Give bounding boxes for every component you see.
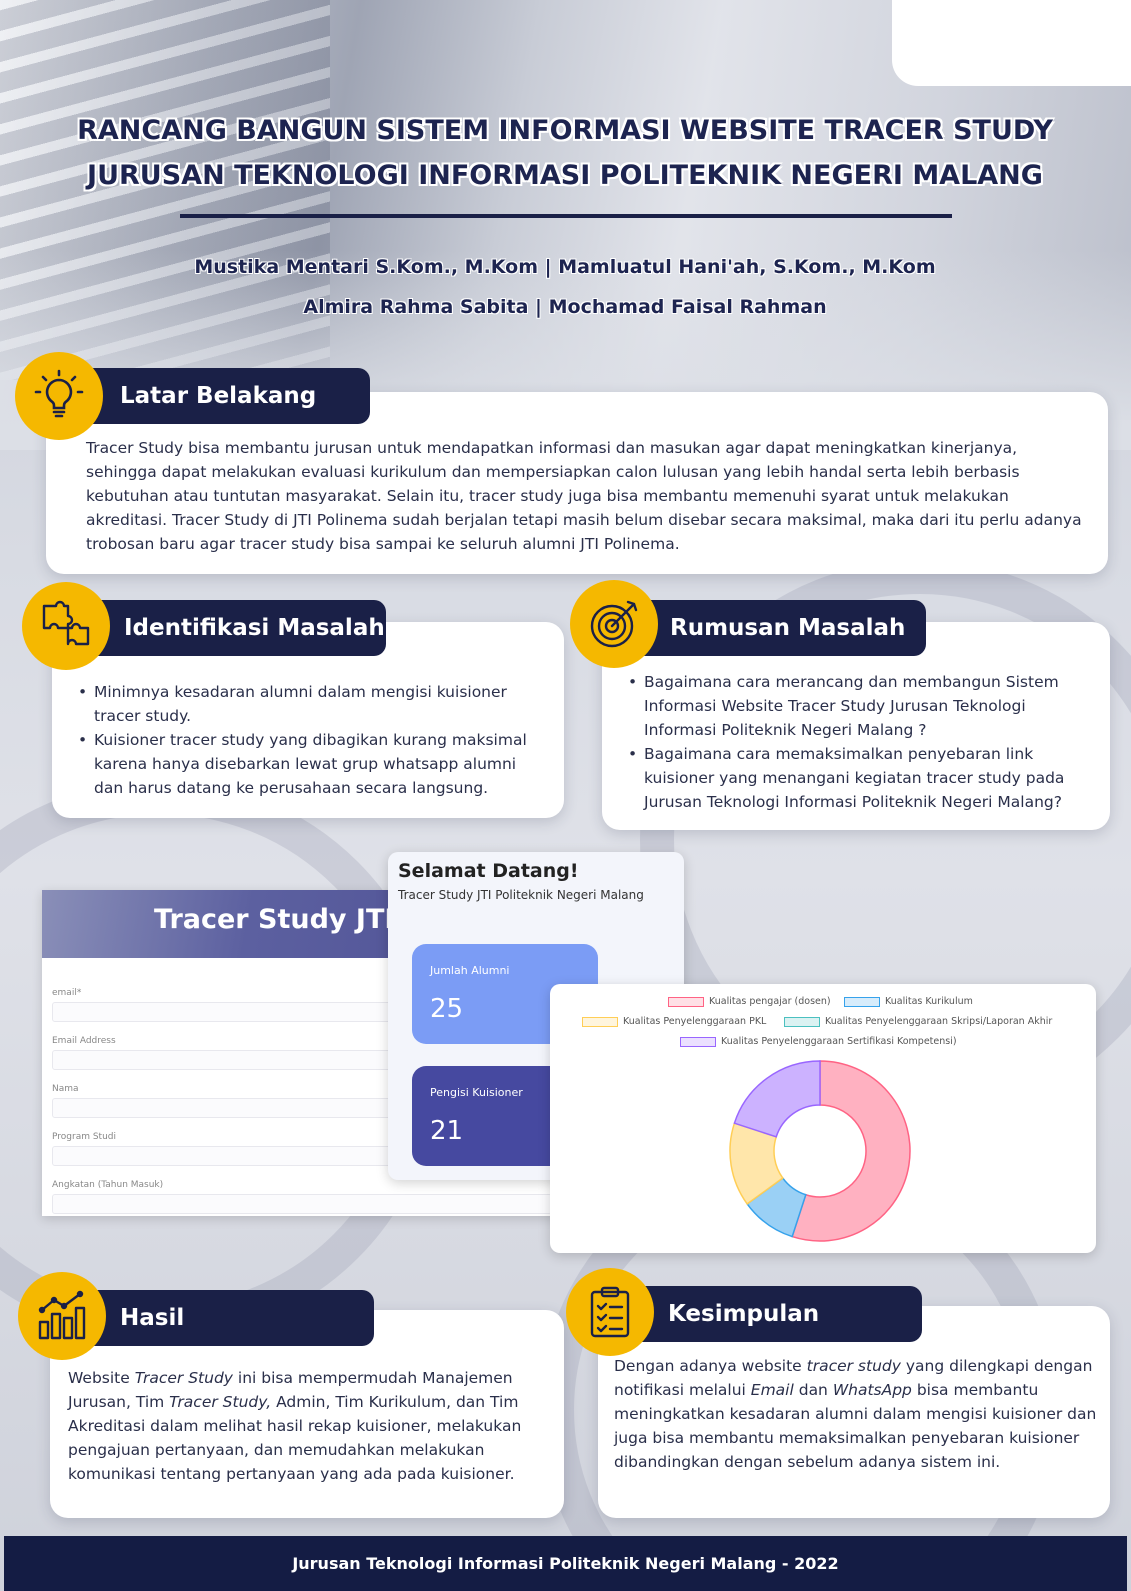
- hasil-text: Website Tracer Study ini bisa mempermuda…: [68, 1366, 552, 1486]
- identifikasi-masalah-heading: Identifikasi Masalah: [96, 600, 386, 656]
- field-label-nama: Nama: [52, 1084, 79, 1094]
- latar-belakang-heading: Latar Belakang: [92, 368, 370, 424]
- angkatan-field[interactable]: [52, 1194, 552, 1214]
- lightbulb-icon: [15, 352, 103, 440]
- target-icon: [570, 580, 658, 668]
- rumusan-heading-text: Rumusan Masalah: [670, 615, 906, 641]
- rumusan-item: Bagaimana cara memaksimalkan penyebaran …: [628, 742, 1096, 814]
- kesimpulan-heading: Kesimpulan: [640, 1286, 922, 1342]
- clipboard-checklist-icon: [566, 1268, 654, 1356]
- bar-chart-icon: [18, 1272, 106, 1360]
- logo-panel: [892, 0, 1131, 86]
- kesimpulan-text-emphasis: WhatsApp: [832, 1381, 912, 1399]
- title-line-2: JURUSAN TEKNOLOGI INFORMASI POLITEKNIK N…: [87, 160, 1043, 191]
- authors-line-1: Mustika Mentari S.Kom., M.Kom | Mamluatu…: [194, 256, 936, 278]
- kesimpulan-text-emphasis: Email: [750, 1381, 794, 1399]
- rumusan-list: Bagaimana cara merancang dan membangun S…: [628, 670, 1096, 814]
- field-label-program-studi: Program Studi: [52, 1132, 116, 1142]
- puzzle-icon: [22, 582, 110, 670]
- field-label-email: email*: [52, 988, 82, 998]
- identifikasi-heading-text: Identifikasi Masalah: [124, 615, 385, 641]
- latar-belakang-text: Tracer Study bisa membantu jurusan untuk…: [86, 439, 1082, 553]
- kesimpulan-text-part: Dengan adanya website: [614, 1357, 807, 1375]
- poster-title: RANCANG BANGUN SISTEM INFORMASI WEBSITE …: [60, 108, 1070, 198]
- form-banner-title: Tracer Study JTI: [154, 904, 395, 935]
- title-line-1: RANCANG BANGUN SISTEM INFORMASI WEBSITE …: [77, 115, 1053, 146]
- kesimpulan-text: Dengan adanya website tracer study yang …: [614, 1354, 1098, 1474]
- doughnut-chart: [729, 1060, 911, 1242]
- field-label-angkatan: Angkatan (Tahun Masuk): [52, 1180, 164, 1190]
- kesimpulan-text-emphasis: tracer study: [806, 1357, 901, 1375]
- doughnut-slice: [733, 1060, 821, 1138]
- title-divider: [180, 214, 952, 218]
- hasil-text-part: Website: [68, 1369, 135, 1387]
- stat-value: 25: [430, 994, 464, 1024]
- dashboard-subtitle: Tracer Study JTI Politeknik Negeri Malan…: [398, 888, 644, 902]
- rumusan-masalah-heading: Rumusan Masalah: [644, 600, 926, 656]
- doughnut-chart-screenshot: Kualitas pengajar (dosen) Kualitas Kurik…: [550, 984, 1096, 1253]
- footer: Jurusan Teknologi Informasi Politeknik N…: [4, 1536, 1127, 1591]
- identifikasi-item: Minimnya kesadaran alumni dalam mengisi …: [78, 680, 548, 728]
- kesimpulan-text-part: dan: [793, 1381, 833, 1399]
- footer-text: Jurusan Teknologi Informasi Politeknik N…: [292, 1554, 839, 1573]
- stat-label: Pengisi Kuisioner: [430, 1086, 523, 1099]
- field-label-email-address: Email Address: [52, 1036, 116, 1046]
- hasil-heading-text: Hasil: [120, 1305, 185, 1331]
- latar-belakang-heading-text: Latar Belakang: [120, 383, 317, 409]
- identifikasi-item: Kuisioner tracer study yang dibagikan ku…: [78, 728, 548, 800]
- identifikasi-list: Minimnya kesadaran alumni dalam mengisi …: [78, 680, 548, 800]
- hasil-heading: Hasil: [94, 1290, 374, 1346]
- rumusan-item: Bagaimana cara merancang dan membangun S…: [628, 670, 1096, 742]
- hasil-text-emphasis: Tracer Study,: [169, 1393, 272, 1411]
- authors-line-2: Almira Rahma Sabita | Mochamad Faisal Ra…: [303, 296, 827, 318]
- hasil-text-emphasis: Tracer Study: [134, 1369, 233, 1387]
- dashboard-welcome-title: Selamat Datang!: [398, 860, 579, 882]
- poster: RANCANG BANGUN SISTEM INFORMASI WEBSITE …: [0, 0, 1131, 1591]
- stat-value: 21: [430, 1116, 464, 1146]
- kesimpulan-heading-text: Kesimpulan: [668, 1301, 820, 1327]
- stat-label: Jumlah Alumni: [430, 964, 510, 977]
